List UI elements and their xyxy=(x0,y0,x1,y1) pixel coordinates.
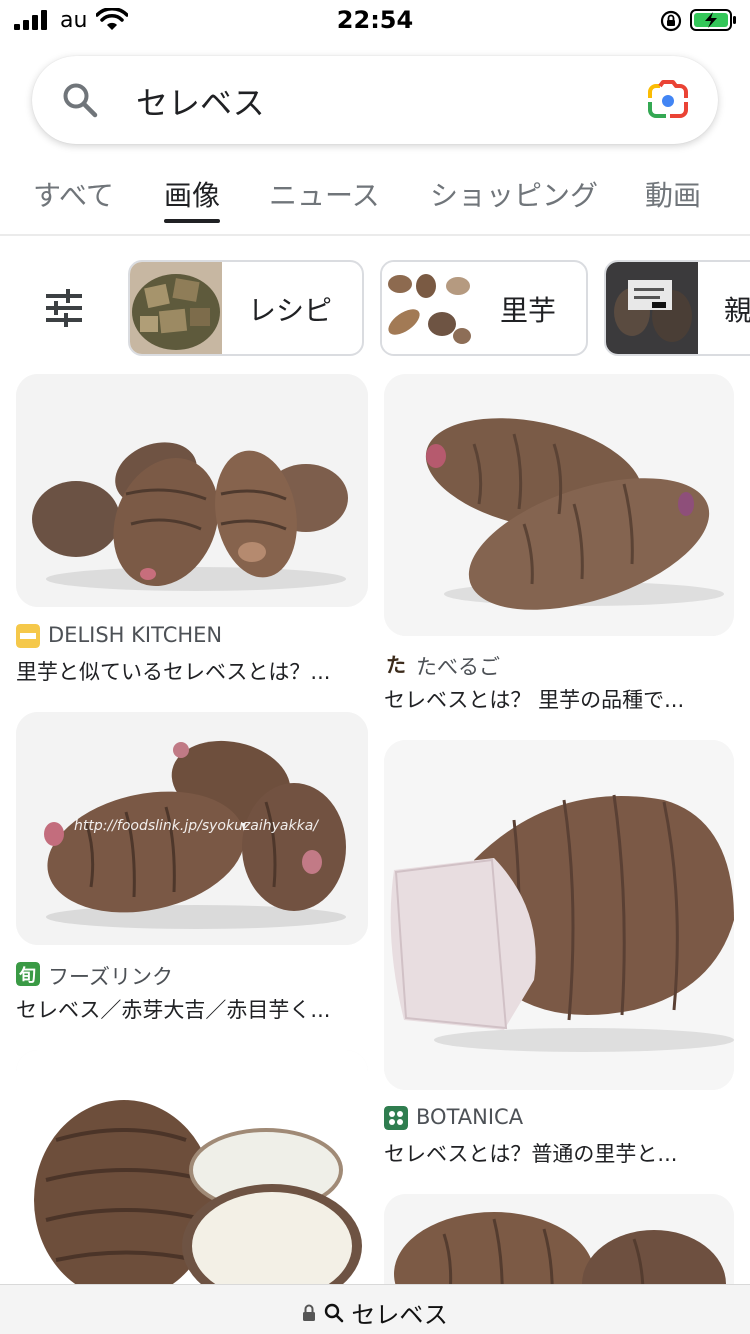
result-image[interactable] xyxy=(16,1050,368,1310)
cellular-signal-icon xyxy=(14,10,48,30)
result-image[interactable] xyxy=(16,374,368,607)
browser-address-bar[interactable]: セレベス xyxy=(0,1284,750,1334)
chip-oya[interactable]: 親 xyxy=(604,260,750,356)
result-source-label: BOTANICA xyxy=(416,1105,524,1129)
status-bar: au 22:54 xyxy=(0,0,750,44)
svg-text:旬: 旬 xyxy=(18,965,36,986)
active-tab-indicator xyxy=(164,219,220,223)
image-watermark: http://foodslink.jp/syokuzaihyakka/ xyxy=(74,818,319,834)
result-card[interactable]: た たべるご セレベスとは？ 里芋の品種で... xyxy=(384,374,734,714)
chip-oya-label: 親 xyxy=(724,294,750,327)
chip-satoimo-thumbnail xyxy=(382,262,474,354)
tab-news[interactable]: ニュース xyxy=(269,174,380,214)
search-small-icon xyxy=(324,1303,344,1322)
result-source-label: DELISH KITCHEN xyxy=(48,623,223,647)
result-card[interactable]: 旬 フーズリンク セレベス／赤芽大吉／赤目芋く... http://foodsl… xyxy=(16,712,368,1022)
tab-videos[interactable]: 動画 xyxy=(645,174,701,214)
taro-cut-image xyxy=(16,1050,368,1310)
chip-recipe-thumbnail xyxy=(130,262,222,354)
result-card[interactable]: BOTANICA セレベスとは？普通の里芋と... xyxy=(384,740,734,1170)
result-title[interactable]: セレベスとは？普通の里芋と... xyxy=(384,1138,730,1168)
svg-text:た: た xyxy=(386,653,406,676)
result-image[interactable] xyxy=(384,374,734,636)
address-bar-content[interactable]: セレベス xyxy=(0,1295,750,1330)
chip-recipe-label: レシピ xyxy=(248,294,333,327)
battery-charging-icon xyxy=(690,9,736,31)
chip-oya-thumbnail xyxy=(606,262,698,354)
address-bar-text: セレベス xyxy=(351,1301,448,1329)
chip-satoimo-label: 里芋 xyxy=(500,294,557,327)
result-title[interactable]: セレベス／赤芽大吉／赤目芋く... xyxy=(16,994,362,1024)
taro-image xyxy=(16,374,368,607)
chip-satoimo[interactable]: 里芋 xyxy=(380,260,588,356)
tab-images[interactable]: 画像 xyxy=(164,174,220,214)
search-box[interactable]: セレベス xyxy=(32,56,718,144)
taro-cut-image xyxy=(384,740,734,1090)
google-lens-icon[interactable] xyxy=(646,80,690,120)
tab-all[interactable]: すべて xyxy=(33,174,114,214)
taberugo-favicon: た xyxy=(384,652,408,676)
chip-recipe[interactable]: レシピ xyxy=(128,260,364,356)
search-input[interactable]: セレベス xyxy=(136,78,265,124)
result-source-label: フーズリンク xyxy=(48,965,173,989)
filter-sliders-icon[interactable] xyxy=(44,288,84,328)
carrier-name: au xyxy=(60,8,88,33)
result-title[interactable]: 里芋と似ているセレベスとは？... xyxy=(16,656,362,686)
foodslink-favicon: 旬 xyxy=(16,962,40,986)
search-tabs: すべて 画像 ニュース ショッピング 動画 xyxy=(0,160,750,236)
wifi-icon xyxy=(96,8,128,30)
result-title[interactable]: セレベスとは？ 里芋の品種で... xyxy=(384,684,730,714)
taro-image xyxy=(384,374,734,636)
search-icon[interactable] xyxy=(60,80,100,120)
tab-shopping[interactable]: ショッピング xyxy=(430,174,598,214)
delish-kitchen-favicon xyxy=(16,624,40,648)
result-card[interactable] xyxy=(16,1050,368,1310)
botanica-favicon xyxy=(384,1106,408,1130)
rotation-lock-icon xyxy=(660,10,682,32)
result-card[interactable] xyxy=(384,1194,734,1334)
result-image[interactable] xyxy=(384,740,734,1090)
lock-icon xyxy=(303,1304,316,1321)
result-card[interactable]: DELISH KITCHEN 里芋と似ているセレベスとは？... xyxy=(16,374,368,684)
result-source-label: たべるご xyxy=(416,655,500,679)
